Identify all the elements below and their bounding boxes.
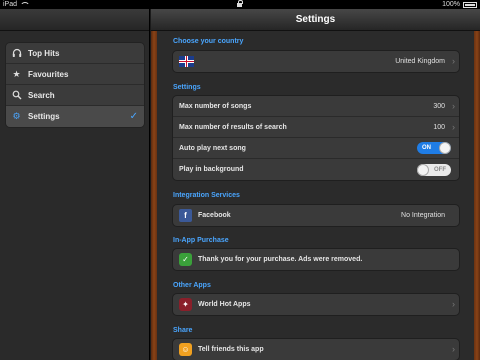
toggle-state: OFF — [434, 166, 446, 173]
world-hot-apps-icon: ✦ — [179, 298, 192, 311]
sidebar-header — [0, 9, 149, 31]
share-group: ☺ Tell friends this app › — [172, 338, 460, 360]
chevron-right-icon: › — [452, 100, 455, 111]
section-title-purchase: In-App Purchase — [173, 237, 229, 244]
sidebar-menu: Top Hits ★ Favourites Search ⚙ Settings … — [5, 42, 145, 128]
tell-friends-label: Tell friends this app — [198, 346, 264, 353]
status-bar: iPad 100% — [0, 0, 480, 9]
country-group: United Kingdom › — [172, 50, 460, 73]
other-apps-group: ✦ World Hot Apps › — [172, 293, 460, 316]
sidebar-item-top-hits[interactable]: Top Hits — [6, 43, 144, 64]
facebook-label: Facebook — [198, 212, 231, 219]
star-icon: ★ — [12, 68, 21, 79]
country-selector[interactable]: United Kingdom › — [173, 51, 459, 72]
share-icon: ☺ — [179, 343, 192, 356]
world-hot-apps-row[interactable]: ✦ World Hot Apps › — [173, 294, 459, 315]
search-icon — [11, 90, 22, 101]
chevron-right-icon: › — [452, 344, 455, 354]
toggle-knob — [439, 142, 451, 154]
section-title-country: Choose your country — [173, 38, 244, 45]
max-songs-label: Max number of songs — [179, 102, 252, 110]
wood-border-right — [474, 31, 480, 360]
section-title-other-apps: Other Apps — [173, 282, 211, 289]
page-title: Settings — [151, 9, 480, 31]
toggle-state: ON — [422, 145, 431, 151]
headphones-icon — [11, 48, 22, 59]
auto-play-label: Auto play next song — [179, 144, 246, 152]
max-results-row[interactable]: Max number of results of search 100 › — [173, 117, 459, 138]
integration-group: f Facebook No Integration — [172, 204, 460, 227]
chevron-right-icon: › — [452, 56, 455, 66]
uk-flag-icon — [179, 56, 194, 67]
device-name: iPad — [3, 1, 18, 8]
max-results-label: Max number of results of search — [179, 123, 287, 131]
facebook-icon: f — [179, 209, 192, 222]
section-title-integration: Integration Services — [173, 192, 240, 199]
purchase-row: ✓ Thank you for your purchase. Ads were … — [173, 249, 459, 270]
chevron-right-icon: › — [452, 299, 455, 309]
country-value: United Kingdom — [395, 58, 445, 65]
sidebar-item-label: Search — [28, 90, 55, 100]
section-title-settings: Settings — [173, 84, 201, 91]
background-play-toggle[interactable]: OFF — [417, 163, 451, 176]
checkmark-icon: ✓ — [129, 111, 138, 122]
sidebar-item-label: Top Hits — [28, 48, 60, 58]
auto-play-toggle[interactable]: ON — [417, 142, 451, 154]
sidebar-item-label: Settings — [28, 112, 60, 121]
facebook-row[interactable]: f Facebook No Integration — [173, 205, 459, 226]
max-results-value: 100 — [433, 123, 445, 131]
checkmark-badge-icon: ✓ — [179, 253, 192, 266]
world-hot-apps-label: World Hot Apps — [198, 301, 251, 308]
settings-panel: Settings Choose your country United King… — [151, 9, 480, 360]
lock-icon — [237, 0, 243, 7]
integration-status: No Integration — [401, 212, 445, 219]
section-title-share: Share — [173, 327, 193, 334]
background-play-label: Play in background — [179, 166, 244, 173]
purchase-group: ✓ Thank you for your purchase. Ads were … — [172, 248, 460, 271]
sidebar-item-favourites[interactable]: ★ Favourites — [6, 64, 144, 85]
max-songs-value: 300 — [433, 102, 445, 110]
auto-play-row: Auto play next song ON — [173, 138, 459, 159]
battery-percent: 100% — [442, 1, 460, 8]
gear-icon: ⚙ — [12, 111, 21, 121]
battery-icon — [463, 1, 477, 8]
tell-friends-row[interactable]: ☺ Tell friends this app › — [173, 339, 459, 360]
sidebar: Top Hits ★ Favourites Search ⚙ Settings … — [0, 9, 150, 360]
purchase-message: Thank you for your purchase. Ads were re… — [198, 256, 363, 263]
sidebar-item-settings[interactable]: ⚙ Settings ✓ — [6, 106, 144, 127]
sidebar-item-search[interactable]: Search — [6, 85, 144, 106]
wood-border-left — [151, 31, 157, 360]
toggle-knob — [417, 163, 429, 176]
sidebar-item-label: Favourites — [28, 69, 69, 79]
background-play-row: Play in background OFF — [173, 159, 459, 180]
chevron-right-icon: › — [452, 121, 455, 132]
max-songs-row[interactable]: Max number of songs 300 › — [173, 96, 459, 117]
settings-group: Max number of songs 300 › Max number of … — [172, 95, 460, 181]
wifi-icon — [20, 1, 31, 8]
